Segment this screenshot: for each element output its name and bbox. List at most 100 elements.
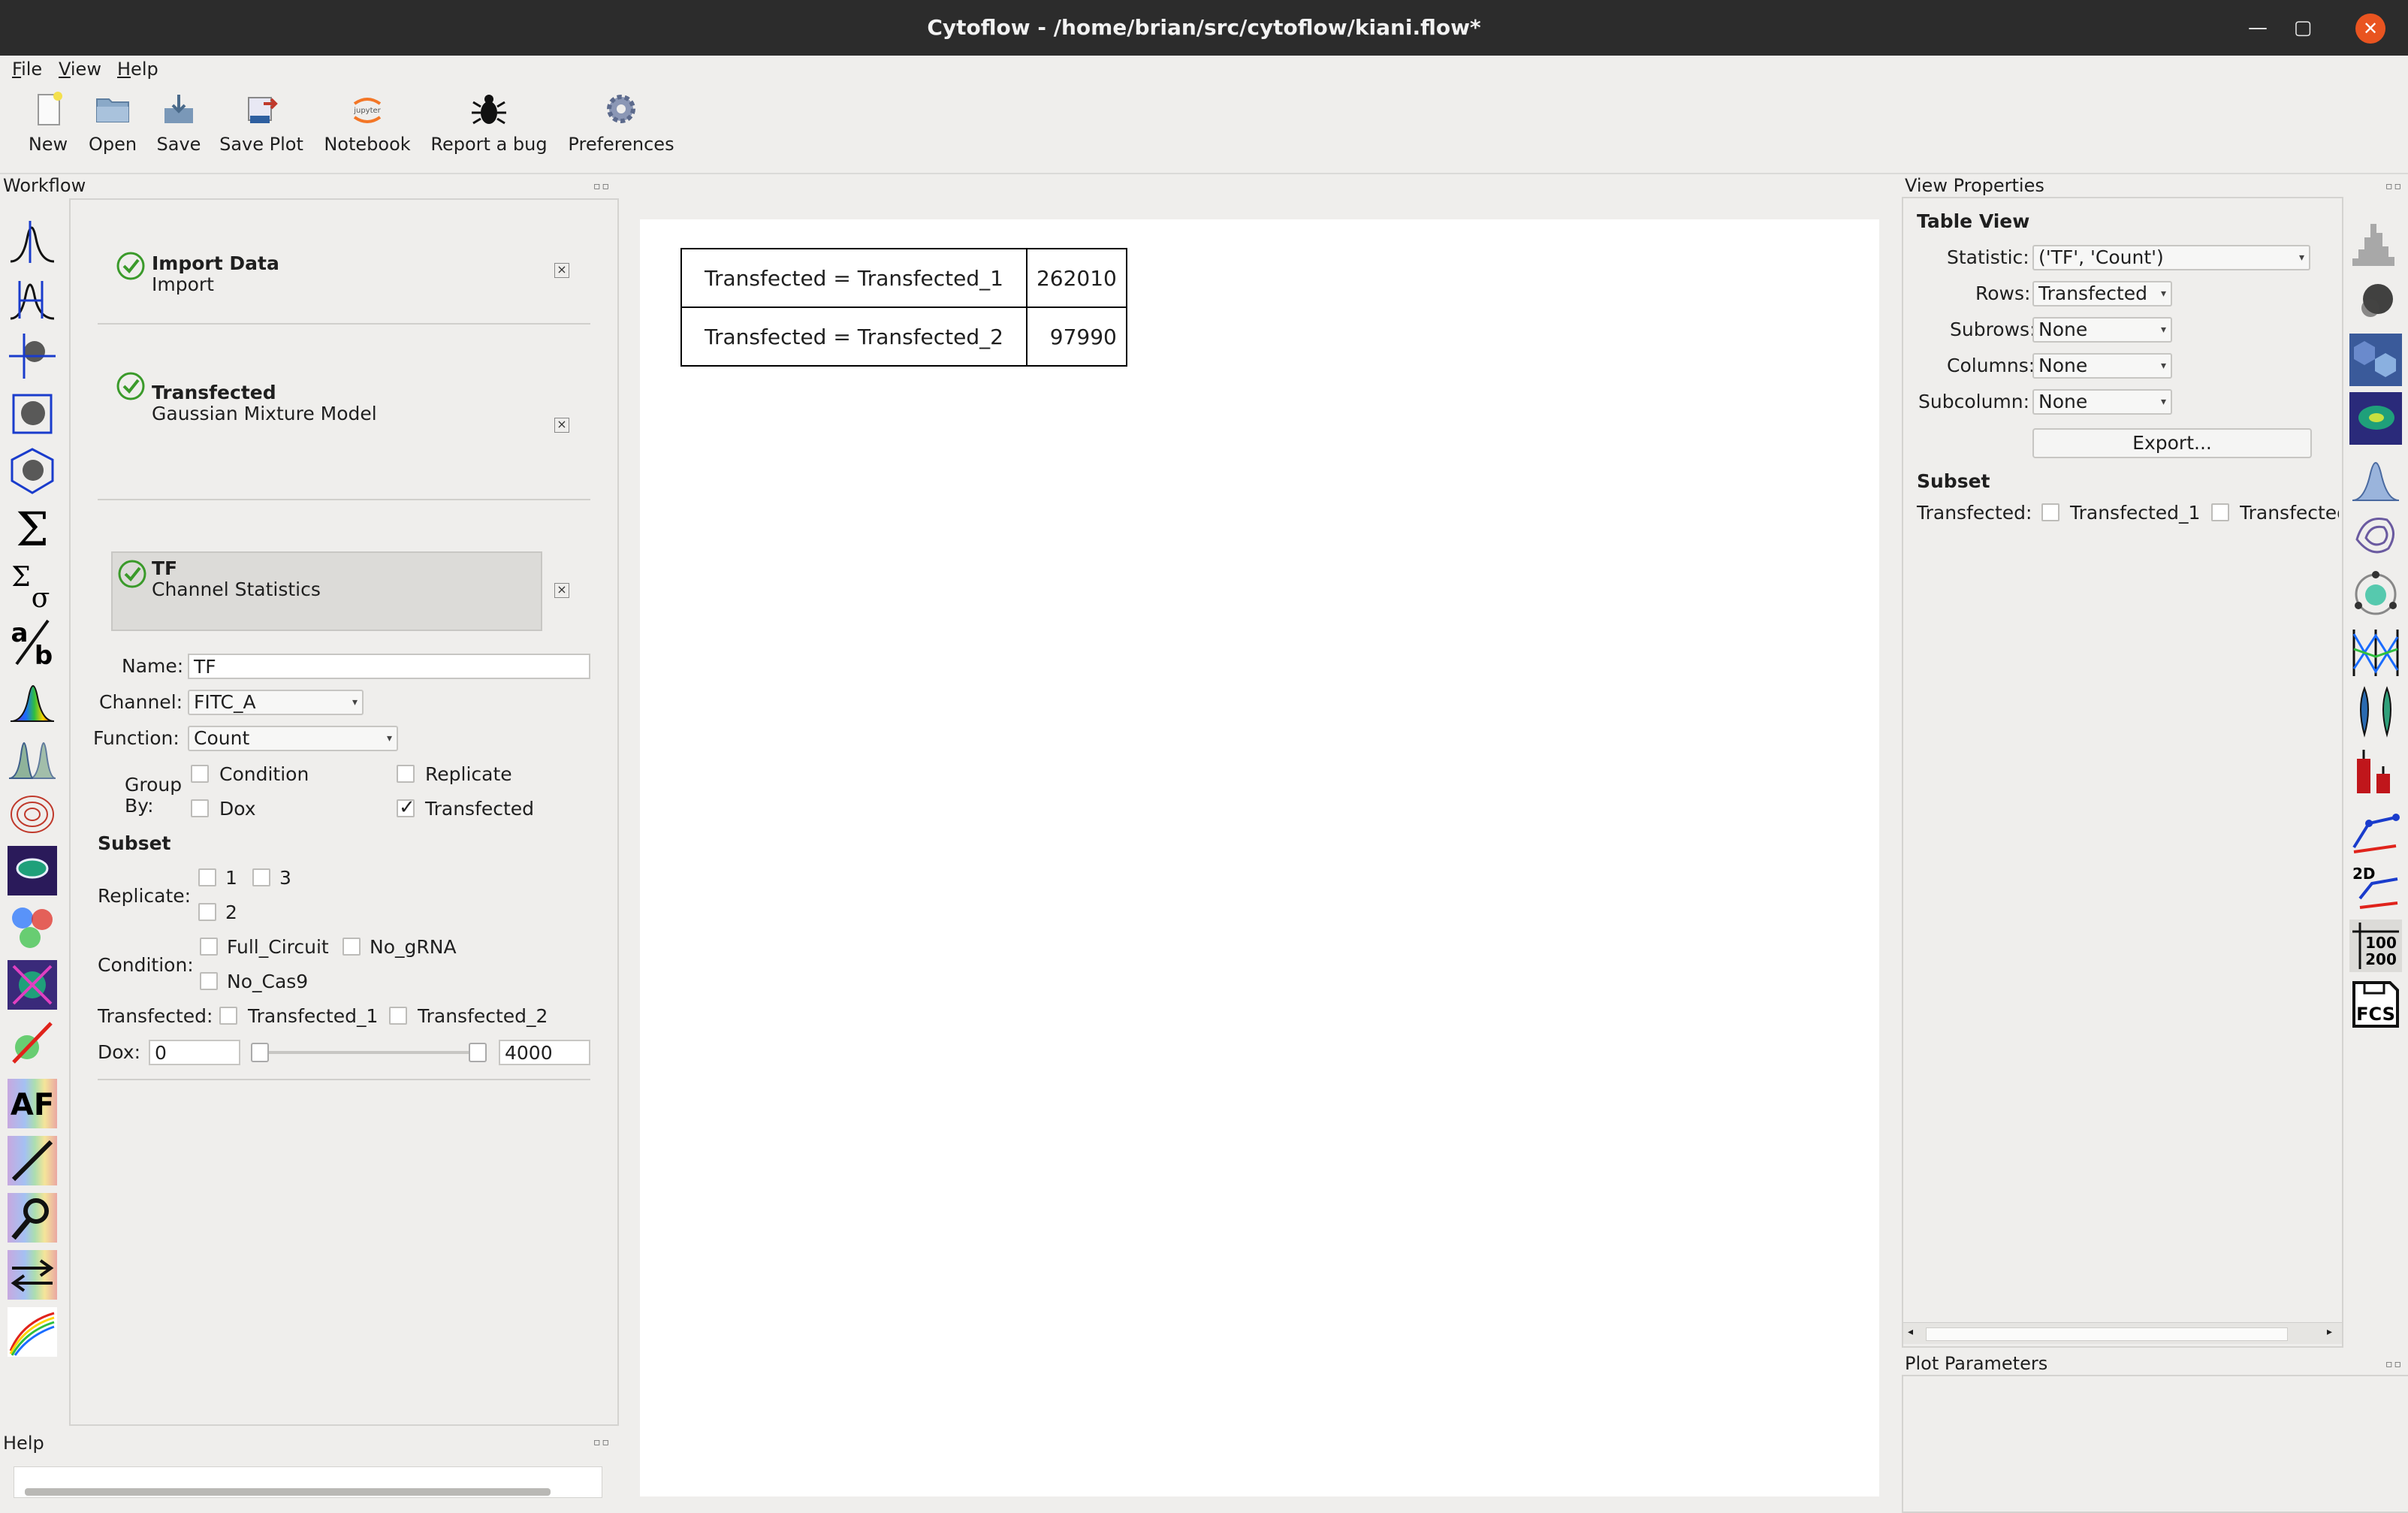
- groupby-replicate-checkbox[interactable]: [397, 765, 415, 783]
- kde1d-view-icon[interactable]: [2349, 451, 2402, 503]
- scroll-thumb[interactable]: [1926, 1327, 2288, 1341]
- workflow-item-tf-selected[interactable]: TF Channel Statistics: [111, 551, 542, 631]
- menu-view[interactable]: View: [59, 56, 101, 83]
- statistic-select[interactable]: ('TF', 'Count') ▾: [2032, 245, 2310, 270]
- dox-min-input[interactable]: 0: [149, 1040, 240, 1065]
- function-select[interactable]: Count ▾: [188, 726, 398, 751]
- gmm2d-op-icon[interactable]: [8, 789, 57, 838]
- bar-chart-view-icon[interactable]: [2349, 744, 2402, 796]
- sigma-stat-icon[interactable]: Σ σ: [8, 560, 57, 610]
- tasbe-op-icon[interactable]: [8, 1193, 57, 1243]
- hexbin-view-icon[interactable]: [2349, 334, 2402, 386]
- menu-file[interactable]: File: [12, 56, 42, 83]
- transfected-1-checkbox[interactable]: [219, 1007, 237, 1025]
- save-plot-button[interactable]: Save Plot: [215, 83, 308, 173]
- radviz-view-icon[interactable]: [2349, 568, 2402, 621]
- dox-max-input[interactable]: 4000: [499, 1040, 590, 1065]
- dox-slider-track[interactable]: [252, 1051, 478, 1054]
- rainbow-op-icon[interactable]: [8, 1307, 57, 1357]
- remove-transfected-button[interactable]: ×: [554, 418, 569, 433]
- kmeans-op-icon[interactable]: [8, 903, 57, 953]
- dock-float-close-icon[interactable]: ▫▫: [593, 180, 611, 192]
- autofluorescence-op-icon[interactable]: AF: [8, 1079, 57, 1128]
- workflow-item-import[interactable]: Import Data Import: [98, 230, 533, 297]
- condition-no-grna-checkbox[interactable]: [342, 938, 361, 956]
- minimize-icon[interactable]: —: [2235, 0, 2280, 56]
- columns-select[interactable]: None ▾: [2032, 353, 2172, 379]
- dock-float-close-icon[interactable]: ▫▫: [593, 1436, 611, 1448]
- groupby-dox-checkbox[interactable]: [191, 799, 209, 817]
- view-properties-panel: Table View Statistic: ('TF', 'Count') ▾ R…: [1902, 197, 2343, 1348]
- stats1d-view-icon[interactable]: [2349, 802, 2402, 855]
- view-transfected-2-checkbox[interactable]: [2211, 503, 2229, 521]
- view-properties-dock-title: View Properties: [1905, 175, 2044, 196]
- groupby-transfected-checkbox[interactable]: [397, 796, 415, 819]
- help-scrollbar[interactable]: [25, 1488, 551, 1496]
- bleedthrough-op-icon[interactable]: [8, 1017, 57, 1067]
- table-view-icon[interactable]: 100 200: [2349, 920, 2402, 972]
- check-circle-icon: [118, 560, 146, 588]
- dox-slider-min-handle[interactable]: [251, 1043, 269, 1062]
- flowpeaks-op-icon[interactable]: [8, 960, 57, 1010]
- stats2d-view-icon[interactable]: 2D: [2349, 861, 2402, 914]
- workflow-panel: Import Data Import × Transfected Gaussia…: [69, 198, 619, 1426]
- sum-stat-icon[interactable]: Σ: [8, 503, 57, 553]
- divider: [98, 1079, 590, 1080]
- quad-op-icon[interactable]: [8, 331, 57, 380]
- report-bug-button[interactable]: Report a bug: [425, 83, 553, 173]
- bead-calibration-icon[interactable]: [8, 1136, 57, 1185]
- bug-icon: [472, 95, 506, 125]
- range2d-op-icon[interactable]: [8, 389, 57, 439]
- replicate-1-checkbox[interactable]: [198, 868, 216, 886]
- density-gate-icon[interactable]: [8, 846, 57, 895]
- kde2d-view-icon[interactable]: [2349, 509, 2402, 562]
- export-fcs-view-icon[interactable]: FCS: [2349, 978, 2402, 1031]
- dock-float-close-icon[interactable]: ▫▫: [2385, 180, 2403, 192]
- new-button[interactable]: New: [20, 83, 77, 173]
- dox-slider-max-handle[interactable]: [469, 1043, 487, 1062]
- subcolumn-select[interactable]: None ▾: [2032, 389, 2172, 415]
- rows-select[interactable]: Transfected ▾: [2032, 281, 2172, 307]
- table-row: Transfected = Transfected_1 262010: [680, 248, 1127, 308]
- dropdown-arrow-icon: ▾: [2298, 252, 2304, 264]
- close-window-button[interactable]: ✕: [2348, 0, 2393, 56]
- condition-no-cas9-checkbox[interactable]: [200, 972, 218, 990]
- notebook-button[interactable]: jupyter Notebook: [318, 83, 416, 173]
- remove-tf-button[interactable]: ×: [554, 583, 569, 598]
- view-props-hscrollbar[interactable]: ◂ ▸: [1903, 1322, 2342, 1344]
- name-input[interactable]: TF: [188, 654, 590, 679]
- color-translation-icon[interactable]: [8, 1250, 57, 1300]
- gmm1d-op-icon[interactable]: [8, 732, 57, 781]
- histogram-view-icon[interactable]: [2349, 216, 2402, 269]
- svg-text:jupyter: jupyter: [353, 107, 381, 115]
- replicate-2-checkbox[interactable]: [198, 903, 216, 921]
- scatterplot-view-icon[interactable]: [2349, 275, 2402, 328]
- folder-icon: [96, 98, 129, 122]
- remove-import-button[interactable]: ×: [554, 263, 569, 278]
- dropdown-arrow-icon: ▾: [2160, 360, 2166, 372]
- menu-help[interactable]: Help: [117, 56, 158, 83]
- ratio-op-icon[interactable]: a b: [8, 618, 57, 667]
- replicate-3-checkbox[interactable]: [252, 868, 270, 886]
- condition-full-circuit-checkbox[interactable]: [200, 938, 218, 956]
- view-transfected-1-checkbox[interactable]: [2041, 503, 2059, 521]
- preferences-button[interactable]: Preferences: [565, 83, 677, 173]
- maximize-icon[interactable]: ▢: [2280, 0, 2325, 56]
- svg-text:2D: 2D: [2352, 865, 2376, 883]
- subrows-select[interactable]: None ▾: [2032, 317, 2172, 343]
- threshold-op-icon[interactable]: [8, 216, 57, 266]
- polygon-op-icon[interactable]: [8, 446, 57, 496]
- transfected-2-checkbox[interactable]: [389, 1007, 407, 1025]
- workflow-item-transfected[interactable]: Transfected Gaussian Mixture Model: [98, 350, 533, 440]
- dock-float-close-icon[interactable]: ▫▫: [2385, 1358, 2403, 1370]
- parallel-coords-view-icon[interactable]: [2349, 627, 2402, 679]
- open-button[interactable]: Open: [81, 83, 144, 173]
- export-button[interactable]: Export...: [2032, 428, 2312, 458]
- groupby-condition-checkbox[interactable]: [191, 765, 209, 783]
- channel-select[interactable]: FITC_A ▾: [188, 690, 364, 715]
- histogram-color-icon[interactable]: [8, 675, 57, 724]
- range-op-icon[interactable]: [8, 273, 57, 323]
- save-button[interactable]: Save: [149, 83, 209, 173]
- density-view-icon[interactable]: [2349, 392, 2402, 445]
- violin-view-icon[interactable]: [2349, 685, 2402, 738]
